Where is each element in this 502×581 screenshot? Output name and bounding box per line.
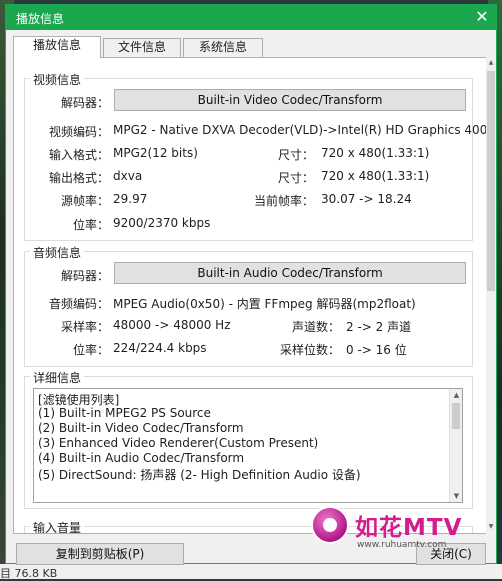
logo-icon (311, 506, 349, 544)
output-format-label: 输出格式： (48, 171, 109, 185)
details-scroll-thumb[interactable] (452, 403, 460, 429)
video-bitrate-value: 9200/2370 kbps (113, 216, 211, 230)
output-size-label: 尺寸： (277, 171, 314, 185)
audio-codec-label: 音频编码： (48, 297, 109, 311)
audio-bitrate-label: 位率： (72, 343, 109, 357)
channels-label: 声道数： (291, 320, 340, 334)
output-format-value: dxva (113, 169, 143, 183)
video-info-group: 视频信息 解码器： Built-in Video Codec/Transform… (24, 71, 486, 241)
tab-system-info[interactable]: 系统信息 (183, 38, 263, 57)
details-group: 详细信息 [滤镜使用列表] (1) Built-in MPEG2 PS Sour… (24, 369, 473, 509)
close-icon[interactable]: ✕ (468, 5, 496, 30)
audio-info-title: 音频信息 (30, 244, 85, 261)
input-volume-title: 输入音量 (30, 519, 85, 533)
tab-panel-playback-info: 视频信息 解码器： Built-in Video Codec/Transform… (13, 57, 487, 534)
video-decoder-label: 解码器： (60, 96, 109, 110)
details-scrollbar[interactable]: ▲ ▼ (449, 389, 462, 502)
video-codec-value: MPG2 - Native DXVA Decoder(VLD)->Intel(R… (113, 123, 487, 137)
tab-playback-info[interactable]: 播放信息 (13, 36, 101, 58)
audio-decoder-button[interactable]: Built-in Audio Codec/Transform (114, 262, 466, 284)
input-size-value: 720 x 480(1.33:1) (321, 146, 430, 160)
list-item: (5) DirectSound: 扬声器 (2- High Definition… (38, 468, 361, 482)
source-fps-value: 29.97 (113, 192, 148, 206)
output-size-value: 720 x 480(1.33:1) (321, 169, 430, 183)
input-format-label: 输入格式： (48, 148, 109, 162)
bit-depth-label: 采样位数： (279, 343, 340, 357)
title-bar: 播放信息 ✕ (6, 5, 496, 30)
video-decoder-button[interactable]: Built-in Video Codec/Transform (114, 89, 466, 111)
video-bitrate-label: 位率： (72, 218, 109, 232)
playback-info-dialog: 播放信息 ✕ 播放信息 文件信息 系统信息 视频信息 解码器： Built-in… (5, 4, 497, 565)
chevron-down-icon[interactable]: ▼ (486, 521, 496, 533)
source-fps-label: 源帧率： (60, 194, 109, 208)
logo-url: www.ruhuamtv.com (357, 540, 447, 550)
list-item: (3) Enhanced Video Renderer(Custom Prese… (38, 436, 319, 450)
window-title: 播放信息 (16, 12, 65, 26)
audio-info-group: 音频信息 解码器： Built-in Audio Codec/Transform… (24, 244, 473, 367)
list-item: (1) Built-in MPEG2 PS Source (38, 406, 211, 420)
chevron-up-icon[interactable]: ▲ (450, 389, 462, 401)
watermark-logo: 如花MTV www.ruhuamtv.com (305, 500, 485, 558)
filter-list-box[interactable]: [滤镜使用列表] (1) Built-in MPEG2 PS Source (2… (33, 388, 463, 503)
audio-decoder-label: 解码器： (60, 269, 109, 283)
sample-rate-label: 采样率： (60, 320, 109, 334)
copy-to-clipboard-button[interactable]: 复制到剪贴板(P) (16, 543, 184, 565)
list-item: (2) Built-in Video Codec/Transform (38, 421, 244, 435)
bit-depth-value: 0 -> 16 位 (346, 343, 407, 357)
list-item: (4) Built-in Audio Codec/Transform (38, 451, 245, 465)
audio-codec-value: MPEG Audio(0x50) - 内置 FFmpeg 解码器(mp2floa… (113, 297, 416, 311)
details-title: 详细信息 (30, 369, 85, 386)
panel-scrollbar[interactable]: ▲ ▼ (486, 57, 496, 534)
input-format-value: MPG2(12 bits) (113, 146, 198, 160)
video-info-title: 视频信息 (30, 71, 85, 88)
tab-file-info[interactable]: 文件信息 (103, 38, 181, 57)
input-size-label: 尺寸： (277, 148, 314, 162)
channels-value: 2 -> 2 声道 (346, 320, 412, 334)
chevron-up-icon[interactable]: ▲ (486, 57, 496, 69)
audio-bitrate-value: 224/224.4 kbps (113, 341, 207, 355)
current-fps-value: 30.07 -> 18.24 (321, 192, 412, 206)
logo-text: 如花MTV (355, 515, 463, 541)
current-fps-label: 当前帧率： (253, 194, 314, 208)
desktop-background-bottom (0, 564, 502, 579)
video-codec-label: 视频编码： (48, 125, 109, 139)
panel-scroll-thumb[interactable] (487, 71, 495, 291)
sample-rate-value: 48000 -> 48000 Hz (113, 318, 231, 332)
